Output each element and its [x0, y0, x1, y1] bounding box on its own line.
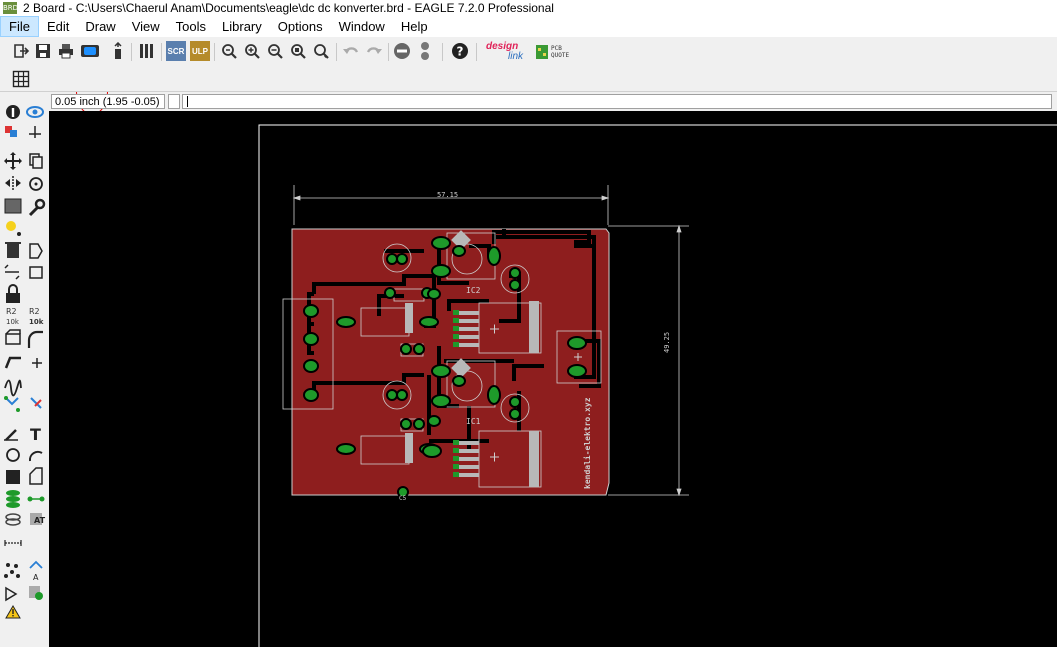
ic2-label: IC2: [466, 286, 481, 295]
svg-text:A: A: [33, 573, 39, 582]
menu-bar: File Edit Draw View Tools Library Option…: [0, 16, 1057, 37]
pcb-drawing: [258, 124, 1057, 647]
errors-icon: [5, 605, 21, 619]
erc-icon: [5, 586, 18, 602]
dimension-height-line: [608, 224, 689, 497]
pcb-quote-line1: PCB: [551, 45, 562, 52]
miter-icon: [27, 330, 43, 348]
drc-icon: [29, 586, 43, 600]
title-bar: BRD 2 Board - C:\Users\Chaerul Anam\Docu…: [0, 0, 1057, 16]
main-toolbar: SCR ULP ? design link PCB QUOTE: [0, 37, 1057, 115]
zoom-fit-icon[interactable]: [219, 41, 239, 61]
parameter-toolbar: [0, 67, 1057, 92]
value-tool-button[interactable]: [28, 307, 46, 327]
menu-library[interactable]: Library: [214, 16, 270, 37]
pcb-quote-icon: [536, 45, 548, 59]
menu-tools[interactable]: Tools: [168, 16, 214, 37]
menu-options[interactable]: Options: [270, 16, 331, 37]
board-schematic-switch-icon[interactable]: [108, 41, 128, 61]
svg-text:AT: AT: [34, 516, 46, 525]
dimension-height-label: 49.25: [663, 331, 671, 353]
mark-icon: [29, 126, 41, 138]
cam-processor-icon[interactable]: [80, 41, 100, 61]
signal-icon: [27, 496, 45, 502]
svg-text:T: T: [30, 425, 41, 444]
svg-text:?: ?: [457, 45, 464, 59]
polygon-icon: [29, 467, 43, 485]
rect-icon: [6, 470, 20, 484]
optimize-icon: [32, 358, 42, 368]
command-toolbar-icons: R210k R210k T AT A: [4, 105, 46, 619]
menu-edit[interactable]: Edit: [39, 16, 77, 37]
attribute-icon: AT: [30, 513, 46, 525]
wire-icon: [4, 429, 18, 441]
ripup-icon: [4, 396, 20, 412]
command-toolbar: R2 10k R2 10k T AT A: [0, 92, 49, 647]
text-caret: [187, 96, 188, 107]
info-icon: [6, 105, 20, 119]
lock-icon: [6, 284, 20, 303]
circle-icon: [6, 448, 20, 462]
arc-icon: [28, 450, 43, 462]
zoom-select-icon[interactable]: [311, 41, 331, 61]
paste-icon: [6, 221, 21, 236]
grid-icon[interactable]: [11, 69, 31, 89]
hole-icon: [5, 513, 21, 526]
designlink-logo[interactable]: design link: [486, 42, 528, 64]
board-canvas[interactable]: 57.15 49.25 IC2 IC1 C5 kendali-elektro.x…: [49, 111, 1057, 647]
display-icon: [5, 126, 17, 137]
script-icon[interactable]: SCR: [166, 41, 186, 61]
window-title: 2 Board - C:\Users\Chaerul Anam\Document…: [23, 1, 554, 15]
copy-icon: [29, 153, 43, 169]
designlink-line2: link: [508, 51, 524, 62]
show-icon: [26, 106, 44, 118]
route-icon: [4, 379, 22, 397]
pcb-quote-line2: QUOTE: [551, 52, 570, 59]
eagle-app-icon: BRD: [3, 2, 19, 14]
rotate-icon: [29, 177, 43, 191]
move-icon: [4, 152, 22, 170]
split-icon: [4, 356, 21, 369]
smash-icon: [5, 329, 21, 345]
command-line-input[interactable]: [182, 94, 1052, 109]
mirror-icon: [5, 176, 21, 190]
ic1-label: IC1: [466, 417, 481, 426]
group-icon: [4, 198, 22, 214]
save-icon[interactable]: [33, 41, 53, 61]
dimension-icon: [4, 540, 22, 546]
add-icon: [29, 243, 43, 259]
dimension-width-label: 57.15: [437, 191, 459, 199]
go-icon[interactable]: [415, 41, 435, 61]
coordinate-display: 0.05 inch (1.95 -0.05): [51, 94, 165, 109]
command-history-button[interactable]: [168, 94, 180, 109]
via-icon: [6, 490, 20, 508]
auto-icon: A: [29, 560, 43, 582]
text-icon: T: [30, 425, 41, 444]
pcb-quote-button[interactable]: PCB QUOTE: [535, 43, 575, 61]
ratsnest-icon: [4, 563, 20, 578]
undo-icon[interactable]: [341, 41, 361, 61]
stop-icon[interactable]: [392, 41, 412, 61]
c5-label: C5: [399, 495, 407, 502]
open-icon[interactable]: [11, 41, 31, 61]
menu-window[interactable]: Window: [331, 16, 393, 37]
redo-icon[interactable]: [364, 41, 384, 61]
name-tool-button[interactable]: [5, 307, 23, 327]
menu-view[interactable]: View: [124, 16, 168, 37]
help-icon[interactable]: ?: [450, 41, 470, 61]
library-icon[interactable]: [137, 41, 157, 61]
zoom-in-icon[interactable]: [242, 41, 262, 61]
ulp-icon[interactable]: ULP: [190, 41, 210, 61]
wire-ripup-icon: [30, 397, 42, 409]
menu-file[interactable]: File: [0, 16, 39, 37]
delete-icon: [5, 242, 21, 258]
change-icon: [28, 198, 46, 217]
silkscreen-watermark: kendali-elektro.xyz: [583, 397, 592, 489]
print-icon[interactable]: [56, 41, 76, 61]
zoom-redraw-icon[interactable]: [288, 41, 308, 61]
zoom-out-icon[interactable]: [265, 41, 285, 61]
menu-draw[interactable]: Draw: [77, 16, 123, 37]
menu-help[interactable]: Help: [393, 16, 436, 37]
replace-icon: [4, 264, 43, 280]
